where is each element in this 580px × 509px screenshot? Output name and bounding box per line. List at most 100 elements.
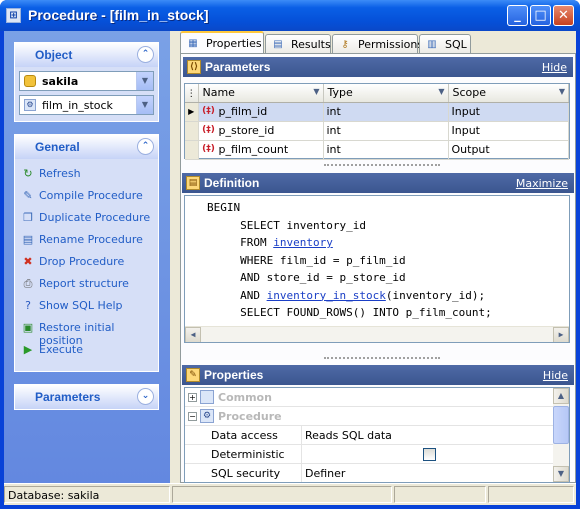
scroll-down-icon[interactable]: ▼ — [553, 466, 569, 482]
row-indicator[interactable] — [185, 140, 199, 160]
task-report-structure[interactable]: ⎙ Report structure — [21, 275, 159, 293]
column-header-scope[interactable]: Scope ▼ — [448, 84, 569, 103]
task-execute[interactable]: ▶ Execute — [21, 341, 159, 359]
row-indicator[interactable]: ▶ — [185, 102, 199, 122]
tab-results-label: Results — [291, 38, 331, 51]
definition-splitter[interactable] — [324, 357, 440, 361]
code-object-link[interactable]: inventory_in_stock — [267, 289, 386, 302]
task-refresh[interactable]: ↻ Refresh — [21, 165, 159, 183]
filter-dropdown-icon[interactable]: ▼ — [313, 87, 319, 96]
procedure-combo[interactable]: ⚙ film_in_stock ▼ — [19, 95, 154, 115]
code-text: SELECT FOUND_ROWS() INTO p_film_count; — [207, 306, 492, 319]
scroll-up-icon[interactable]: ▲ — [553, 388, 569, 404]
param-scope-cell[interactable]: Input — [448, 102, 569, 122]
param-scope-cell[interactable]: Input — [448, 121, 569, 141]
maximize-button[interactable]: □ — [530, 5, 551, 26]
column-header-name[interactable]: Name ▼ — [198, 84, 324, 103]
column-header-type[interactable]: Type ▼ — [323, 84, 449, 103]
param-name-cell[interactable]: (‡) p_film_count — [198, 140, 324, 160]
param-scope: Input — [451, 124, 480, 137]
procedure-app-icon[interactable]: ⊞ — [6, 8, 21, 23]
parameters-group-header[interactable]: Parameters ⌄ — [15, 385, 158, 409]
parameters-section-title: Parameters — [205, 60, 271, 74]
code-text: (inventory_id); — [385, 288, 486, 302]
properties-section-title: Properties — [204, 368, 264, 382]
code-line: SELECT inventory_id — [207, 217, 366, 234]
tab-properties[interactable]: ▦ Properties — [180, 31, 264, 53]
parameter-icon: (‡) — [202, 125, 215, 136]
task-restore-initial-position[interactable]: ▣ Restore initial position — [21, 319, 159, 347]
tab-results[interactable]: ▤ Results — [265, 34, 331, 53]
scroll-thumb[interactable] — [553, 406, 569, 444]
scroll-right-icon[interactable]: ▶ — [553, 327, 569, 342]
row-indicator[interactable] — [185, 121, 199, 141]
code-horizontal-scrollbar[interactable]: ◀ ▶ — [185, 326, 569, 342]
parameters-hide-link[interactable]: Hide — [542, 61, 567, 74]
minimize-button[interactable]: _ — [507, 5, 528, 26]
property-row-deterministic[interactable]: Deterministic — [185, 445, 555, 464]
filter-dropdown-icon[interactable]: ▼ — [438, 87, 444, 96]
tab-sql[interactable]: ▥ SQL — [419, 34, 471, 53]
property-group-procedure[interactable]: − ⚙ Procedure — [185, 407, 555, 426]
expand-icon[interactable]: + — [188, 393, 197, 402]
parameters-icon: ⟨⟩ — [187, 60, 201, 74]
task-show-sql-help[interactable]: ? Show SQL Help — [21, 297, 159, 315]
param-name-cell[interactable]: (‡) p_film_id — [198, 102, 324, 122]
status-bar: Database: sakila — [4, 483, 576, 505]
definition-code-editor[interactable]: BEGIN SELECT inventory_id FROM inventory… — [184, 195, 570, 343]
chevron-down-icon[interactable]: ▼ — [136, 96, 153, 114]
properties-section-icon: ✎ — [186, 368, 200, 382]
parameters-section-header: ⟨⟩ Parameters Hide — [183, 57, 573, 77]
properties-section-header: ✎ Properties Hide — [182, 365, 574, 385]
scroll-left-icon[interactable]: ◀ — [185, 327, 201, 342]
properties-vertical-scrollbar[interactable]: ▲ ▼ — [553, 388, 569, 482]
rename-icon: ▤ — [22, 233, 34, 246]
code-line: FROM inventory — [207, 234, 333, 251]
collapse-chevron-icon[interactable]: ⌃ — [137, 138, 154, 155]
grid-corner[interactable]: ⋮ — [185, 84, 199, 103]
chevron-down-icon[interactable]: ▼ — [136, 72, 153, 90]
tab-permissions[interactable]: ⚷ Permissions — [332, 34, 423, 53]
help-icon: ? — [25, 299, 31, 312]
maximize-icon: □ — [534, 8, 547, 23]
task-rename-procedure[interactable]: ▤ Rename Procedure — [21, 231, 159, 249]
task-duplicate-procedure[interactable]: ❐ Duplicate Procedure — [21, 209, 159, 227]
table-row[interactable]: ▶ (‡) p_film_id int Input — [185, 102, 569, 122]
param-type-cell[interactable]: int — [323, 140, 449, 160]
param-name-cell[interactable]: (‡) p_store_id — [198, 121, 324, 141]
filter-dropdown-icon[interactable]: ▼ — [559, 87, 565, 96]
task-label: Execute — [39, 343, 83, 356]
parameters-grid-header-row: ⋮ Name ▼ Type ▼ Scope ▼ — [185, 84, 569, 103]
parameters-splitter[interactable] — [324, 164, 440, 168]
database-combo[interactable]: sakila ▼ — [19, 71, 154, 91]
code-text: BEGIN — [207, 201, 241, 214]
param-type-cell[interactable]: int — [323, 102, 449, 122]
definition-icon: ▤ — [186, 176, 200, 190]
collapse-chevron-icon[interactable]: ⌃ — [137, 46, 154, 63]
property-row-sql-security[interactable]: SQL security Definer — [185, 464, 555, 482]
database-icon — [24, 75, 36, 87]
parameters-group-title: Parameters — [35, 390, 101, 404]
task-drop-procedure[interactable]: ✖ Drop Procedure — [21, 253, 159, 271]
param-type-cell[interactable]: int — [323, 121, 449, 141]
task-label: Rename Procedure — [39, 233, 143, 246]
property-row-data-access[interactable]: Data access Reads SQL data — [185, 426, 555, 445]
table-row[interactable]: (‡) p_store_id int Input — [185, 121, 569, 141]
property-group-common[interactable]: + Common — [185, 388, 555, 407]
definition-maximize-link[interactable]: Maximize — [516, 177, 568, 190]
object-group-header[interactable]: Object ⌃ — [15, 43, 158, 67]
collapse-icon[interactable]: − — [188, 412, 197, 421]
printer-icon: ⎙ — [23, 277, 33, 290]
task-compile-procedure[interactable]: ✎ Compile Procedure — [21, 187, 159, 205]
expand-chevron-icon[interactable]: ⌄ — [137, 388, 154, 405]
duplicate-icon: ❐ — [23, 211, 33, 224]
properties-hide-link[interactable]: Hide — [543, 369, 568, 382]
deterministic-checkbox[interactable] — [423, 448, 436, 461]
code-object-link[interactable]: inventory — [273, 236, 333, 249]
param-scope-cell[interactable]: Output — [448, 140, 569, 160]
general-group-header[interactable]: General ⌃ — [15, 135, 158, 159]
close-button[interactable]: ✕ — [553, 5, 574, 26]
column-name-label: Name — [202, 86, 235, 100]
title-bar[interactable]: ⊞ Procedure - [film_in_stock] _ □ ✕ — [0, 0, 580, 31]
table-row[interactable]: (‡) p_film_count int Output — [185, 140, 569, 160]
